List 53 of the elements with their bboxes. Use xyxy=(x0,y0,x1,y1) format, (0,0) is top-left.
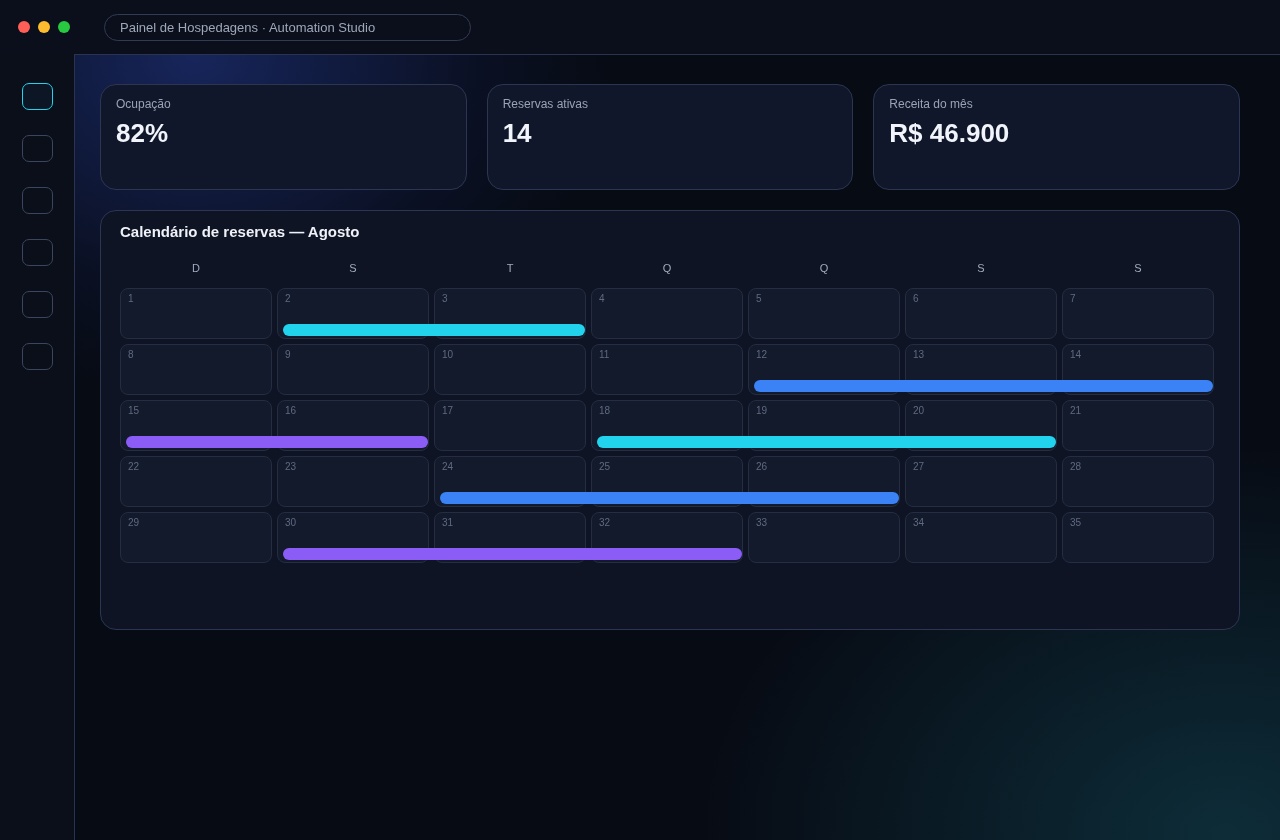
day-number: 28 xyxy=(1070,461,1082,473)
day-number: 15 xyxy=(128,405,140,417)
day-number: 20 xyxy=(913,405,925,417)
day-number: 13 xyxy=(913,349,925,361)
day-number: 17 xyxy=(442,405,454,417)
close-icon[interactable] xyxy=(18,21,30,33)
weekday-label: D xyxy=(192,261,200,275)
day-number: 25 xyxy=(599,461,611,473)
day-number: 22 xyxy=(128,461,140,473)
day-number: 12 xyxy=(756,349,768,361)
weekday-label: Q xyxy=(819,261,829,275)
stat-label: Ocupação xyxy=(116,97,171,111)
day-number: 19 xyxy=(756,405,768,417)
day-number: 16 xyxy=(285,405,297,417)
day-number: 5 xyxy=(756,293,762,305)
stat-label: Receita do mês xyxy=(889,97,973,111)
day-number: 8 xyxy=(128,349,134,361)
day-number: 30 xyxy=(285,517,297,529)
weekday-label: T xyxy=(506,261,514,275)
day-number: 31 xyxy=(442,517,454,529)
minimize-icon[interactable] xyxy=(38,21,50,33)
day-number: 3 xyxy=(442,293,448,305)
day-number: 10 xyxy=(442,349,454,361)
maximize-icon[interactable] xyxy=(58,21,70,33)
day-number: 2 xyxy=(285,293,291,305)
weekday-label: S xyxy=(349,261,357,275)
stat-value: 82% xyxy=(116,117,169,149)
day-number: 23 xyxy=(285,461,297,473)
day-number: 33 xyxy=(756,517,768,529)
weekday-label: Q xyxy=(662,261,672,275)
weekday-label: S xyxy=(1134,261,1142,275)
day-number: 4 xyxy=(599,293,605,305)
stat-value: 14 xyxy=(502,117,532,149)
day-number: 11 xyxy=(599,349,610,361)
day-number: 27 xyxy=(913,461,925,473)
day-number: 24 xyxy=(442,461,454,473)
day-number: 7 xyxy=(1070,293,1076,305)
day-number: 26 xyxy=(756,461,768,473)
day-number: 1 xyxy=(128,293,134,305)
day-number: 34 xyxy=(913,517,925,529)
day-number: 9 xyxy=(285,349,291,361)
calendar-title: Calendário de reservas — Agosto xyxy=(120,222,360,242)
day-number: 6 xyxy=(913,293,919,305)
nav-button[interactable] xyxy=(22,83,53,110)
day-number: 32 xyxy=(599,517,611,529)
weekday-label: S xyxy=(977,261,985,275)
stat-value: R$ 46.900 xyxy=(889,117,1010,149)
day-number: 29 xyxy=(128,517,140,529)
day-number: 21 xyxy=(1070,405,1082,417)
stat-label: Reservas ativas xyxy=(502,97,589,111)
day-number: 18 xyxy=(599,405,611,417)
day-number: 14 xyxy=(1070,349,1082,361)
day-number: 35 xyxy=(1070,517,1082,529)
